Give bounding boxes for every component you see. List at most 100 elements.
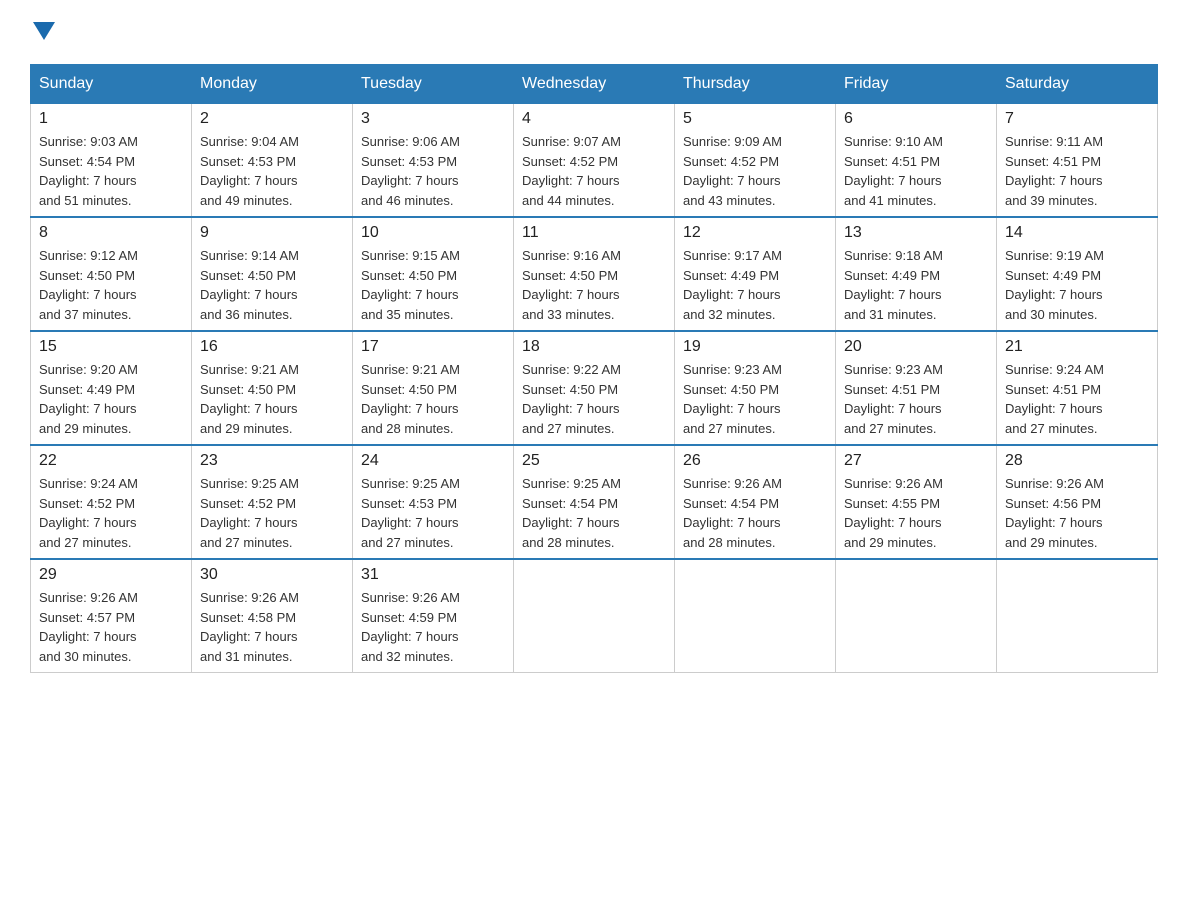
day-number: 4 <box>522 110 666 128</box>
calendar-cell: 19 Sunrise: 9:23 AM Sunset: 4:50 PM Dayl… <box>675 331 836 445</box>
day-number: 10 <box>361 224 505 242</box>
day-number: 28 <box>1005 452 1149 470</box>
day-number: 20 <box>844 338 988 356</box>
calendar-table: SundayMondayTuesdayWednesdayThursdayFrid… <box>30 64 1158 673</box>
calendar-cell: 7 Sunrise: 9:11 AM Sunset: 4:51 PM Dayli… <box>997 104 1158 218</box>
day-info: Sunrise: 9:18 AM Sunset: 4:49 PM Dayligh… <box>844 246 988 324</box>
day-info: Sunrise: 9:26 AM Sunset: 4:57 PM Dayligh… <box>39 588 183 666</box>
calendar-cell <box>836 559 997 673</box>
day-number: 9 <box>200 224 344 242</box>
logo <box>30 20 55 44</box>
day-number: 17 <box>361 338 505 356</box>
calendar-cell: 22 Sunrise: 9:24 AM Sunset: 4:52 PM Dayl… <box>31 445 192 559</box>
calendar-week-row: 8 Sunrise: 9:12 AM Sunset: 4:50 PM Dayli… <box>31 217 1158 331</box>
day-info: Sunrise: 9:24 AM Sunset: 4:52 PM Dayligh… <box>39 474 183 552</box>
day-number: 5 <box>683 110 827 128</box>
day-info: Sunrise: 9:25 AM Sunset: 4:52 PM Dayligh… <box>200 474 344 552</box>
day-info: Sunrise: 9:25 AM Sunset: 4:53 PM Dayligh… <box>361 474 505 552</box>
calendar-cell: 5 Sunrise: 9:09 AM Sunset: 4:52 PM Dayli… <box>675 104 836 218</box>
calendar-cell: 31 Sunrise: 9:26 AM Sunset: 4:59 PM Dayl… <box>353 559 514 673</box>
calendar-cell: 15 Sunrise: 9:20 AM Sunset: 4:49 PM Dayl… <box>31 331 192 445</box>
col-header-thursday: Thursday <box>675 65 836 104</box>
calendar-cell: 20 Sunrise: 9:23 AM Sunset: 4:51 PM Dayl… <box>836 331 997 445</box>
day-number: 18 <box>522 338 666 356</box>
day-info: Sunrise: 9:26 AM Sunset: 4:58 PM Dayligh… <box>200 588 344 666</box>
col-header-wednesday: Wednesday <box>514 65 675 104</box>
calendar-cell: 8 Sunrise: 9:12 AM Sunset: 4:50 PM Dayli… <box>31 217 192 331</box>
day-info: Sunrise: 9:21 AM Sunset: 4:50 PM Dayligh… <box>361 360 505 438</box>
page-header <box>30 20 1158 44</box>
day-info: Sunrise: 9:17 AM Sunset: 4:49 PM Dayligh… <box>683 246 827 324</box>
calendar-cell: 27 Sunrise: 9:26 AM Sunset: 4:55 PM Dayl… <box>836 445 997 559</box>
calendar-cell: 12 Sunrise: 9:17 AM Sunset: 4:49 PM Dayl… <box>675 217 836 331</box>
day-info: Sunrise: 9:06 AM Sunset: 4:53 PM Dayligh… <box>361 132 505 210</box>
calendar-week-row: 1 Sunrise: 9:03 AM Sunset: 4:54 PM Dayli… <box>31 104 1158 218</box>
day-number: 26 <box>683 452 827 470</box>
calendar-cell: 9 Sunrise: 9:14 AM Sunset: 4:50 PM Dayli… <box>192 217 353 331</box>
day-number: 8 <box>39 224 183 242</box>
day-info: Sunrise: 9:04 AM Sunset: 4:53 PM Dayligh… <box>200 132 344 210</box>
day-info: Sunrise: 9:24 AM Sunset: 4:51 PM Dayligh… <box>1005 360 1149 438</box>
day-info: Sunrise: 9:26 AM Sunset: 4:55 PM Dayligh… <box>844 474 988 552</box>
day-number: 13 <box>844 224 988 242</box>
day-info: Sunrise: 9:23 AM Sunset: 4:51 PM Dayligh… <box>844 360 988 438</box>
day-info: Sunrise: 9:03 AM Sunset: 4:54 PM Dayligh… <box>39 132 183 210</box>
calendar-cell: 4 Sunrise: 9:07 AM Sunset: 4:52 PM Dayli… <box>514 104 675 218</box>
day-number: 29 <box>39 566 183 584</box>
logo-triangle-icon <box>33 22 55 44</box>
day-info: Sunrise: 9:26 AM Sunset: 4:59 PM Dayligh… <box>361 588 505 666</box>
calendar-cell: 23 Sunrise: 9:25 AM Sunset: 4:52 PM Dayl… <box>192 445 353 559</box>
col-header-saturday: Saturday <box>997 65 1158 104</box>
calendar-cell: 29 Sunrise: 9:26 AM Sunset: 4:57 PM Dayl… <box>31 559 192 673</box>
calendar-cell: 26 Sunrise: 9:26 AM Sunset: 4:54 PM Dayl… <box>675 445 836 559</box>
day-number: 31 <box>361 566 505 584</box>
day-number: 3 <box>361 110 505 128</box>
calendar-cell: 3 Sunrise: 9:06 AM Sunset: 4:53 PM Dayli… <box>353 104 514 218</box>
day-number: 25 <box>522 452 666 470</box>
day-number: 19 <box>683 338 827 356</box>
day-info: Sunrise: 9:11 AM Sunset: 4:51 PM Dayligh… <box>1005 132 1149 210</box>
day-number: 16 <box>200 338 344 356</box>
day-info: Sunrise: 9:22 AM Sunset: 4:50 PM Dayligh… <box>522 360 666 438</box>
day-info: Sunrise: 9:19 AM Sunset: 4:49 PM Dayligh… <box>1005 246 1149 324</box>
calendar-cell: 18 Sunrise: 9:22 AM Sunset: 4:50 PM Dayl… <box>514 331 675 445</box>
day-number: 1 <box>39 110 183 128</box>
calendar-cell: 13 Sunrise: 9:18 AM Sunset: 4:49 PM Dayl… <box>836 217 997 331</box>
calendar-cell <box>675 559 836 673</box>
day-info: Sunrise: 9:26 AM Sunset: 4:54 PM Dayligh… <box>683 474 827 552</box>
calendar-cell: 2 Sunrise: 9:04 AM Sunset: 4:53 PM Dayli… <box>192 104 353 218</box>
calendar-header-row: SundayMondayTuesdayWednesdayThursdayFrid… <box>31 65 1158 104</box>
day-number: 12 <box>683 224 827 242</box>
day-number: 27 <box>844 452 988 470</box>
calendar-cell: 1 Sunrise: 9:03 AM Sunset: 4:54 PM Dayli… <box>31 104 192 218</box>
day-info: Sunrise: 9:20 AM Sunset: 4:49 PM Dayligh… <box>39 360 183 438</box>
calendar-cell: 10 Sunrise: 9:15 AM Sunset: 4:50 PM Dayl… <box>353 217 514 331</box>
day-info: Sunrise: 9:26 AM Sunset: 4:56 PM Dayligh… <box>1005 474 1149 552</box>
day-number: 24 <box>361 452 505 470</box>
calendar-cell: 11 Sunrise: 9:16 AM Sunset: 4:50 PM Dayl… <box>514 217 675 331</box>
day-number: 23 <box>200 452 344 470</box>
day-info: Sunrise: 9:15 AM Sunset: 4:50 PM Dayligh… <box>361 246 505 324</box>
day-info: Sunrise: 9:10 AM Sunset: 4:51 PM Dayligh… <box>844 132 988 210</box>
calendar-cell: 14 Sunrise: 9:19 AM Sunset: 4:49 PM Dayl… <box>997 217 1158 331</box>
col-header-monday: Monday <box>192 65 353 104</box>
calendar-cell: 21 Sunrise: 9:24 AM Sunset: 4:51 PM Dayl… <box>997 331 1158 445</box>
calendar-cell: 24 Sunrise: 9:25 AM Sunset: 4:53 PM Dayl… <box>353 445 514 559</box>
day-info: Sunrise: 9:25 AM Sunset: 4:54 PM Dayligh… <box>522 474 666 552</box>
calendar-cell: 6 Sunrise: 9:10 AM Sunset: 4:51 PM Dayli… <box>836 104 997 218</box>
day-number: 30 <box>200 566 344 584</box>
day-info: Sunrise: 9:07 AM Sunset: 4:52 PM Dayligh… <box>522 132 666 210</box>
day-number: 22 <box>39 452 183 470</box>
day-info: Sunrise: 9:21 AM Sunset: 4:50 PM Dayligh… <box>200 360 344 438</box>
calendar-cell: 17 Sunrise: 9:21 AM Sunset: 4:50 PM Dayl… <box>353 331 514 445</box>
day-number: 15 <box>39 338 183 356</box>
calendar-cell: 16 Sunrise: 9:21 AM Sunset: 4:50 PM Dayl… <box>192 331 353 445</box>
day-number: 11 <box>522 224 666 242</box>
day-number: 2 <box>200 110 344 128</box>
day-info: Sunrise: 9:12 AM Sunset: 4:50 PM Dayligh… <box>39 246 183 324</box>
calendar-cell <box>514 559 675 673</box>
day-number: 21 <box>1005 338 1149 356</box>
day-info: Sunrise: 9:23 AM Sunset: 4:50 PM Dayligh… <box>683 360 827 438</box>
day-number: 7 <box>1005 110 1149 128</box>
calendar-week-row: 22 Sunrise: 9:24 AM Sunset: 4:52 PM Dayl… <box>31 445 1158 559</box>
